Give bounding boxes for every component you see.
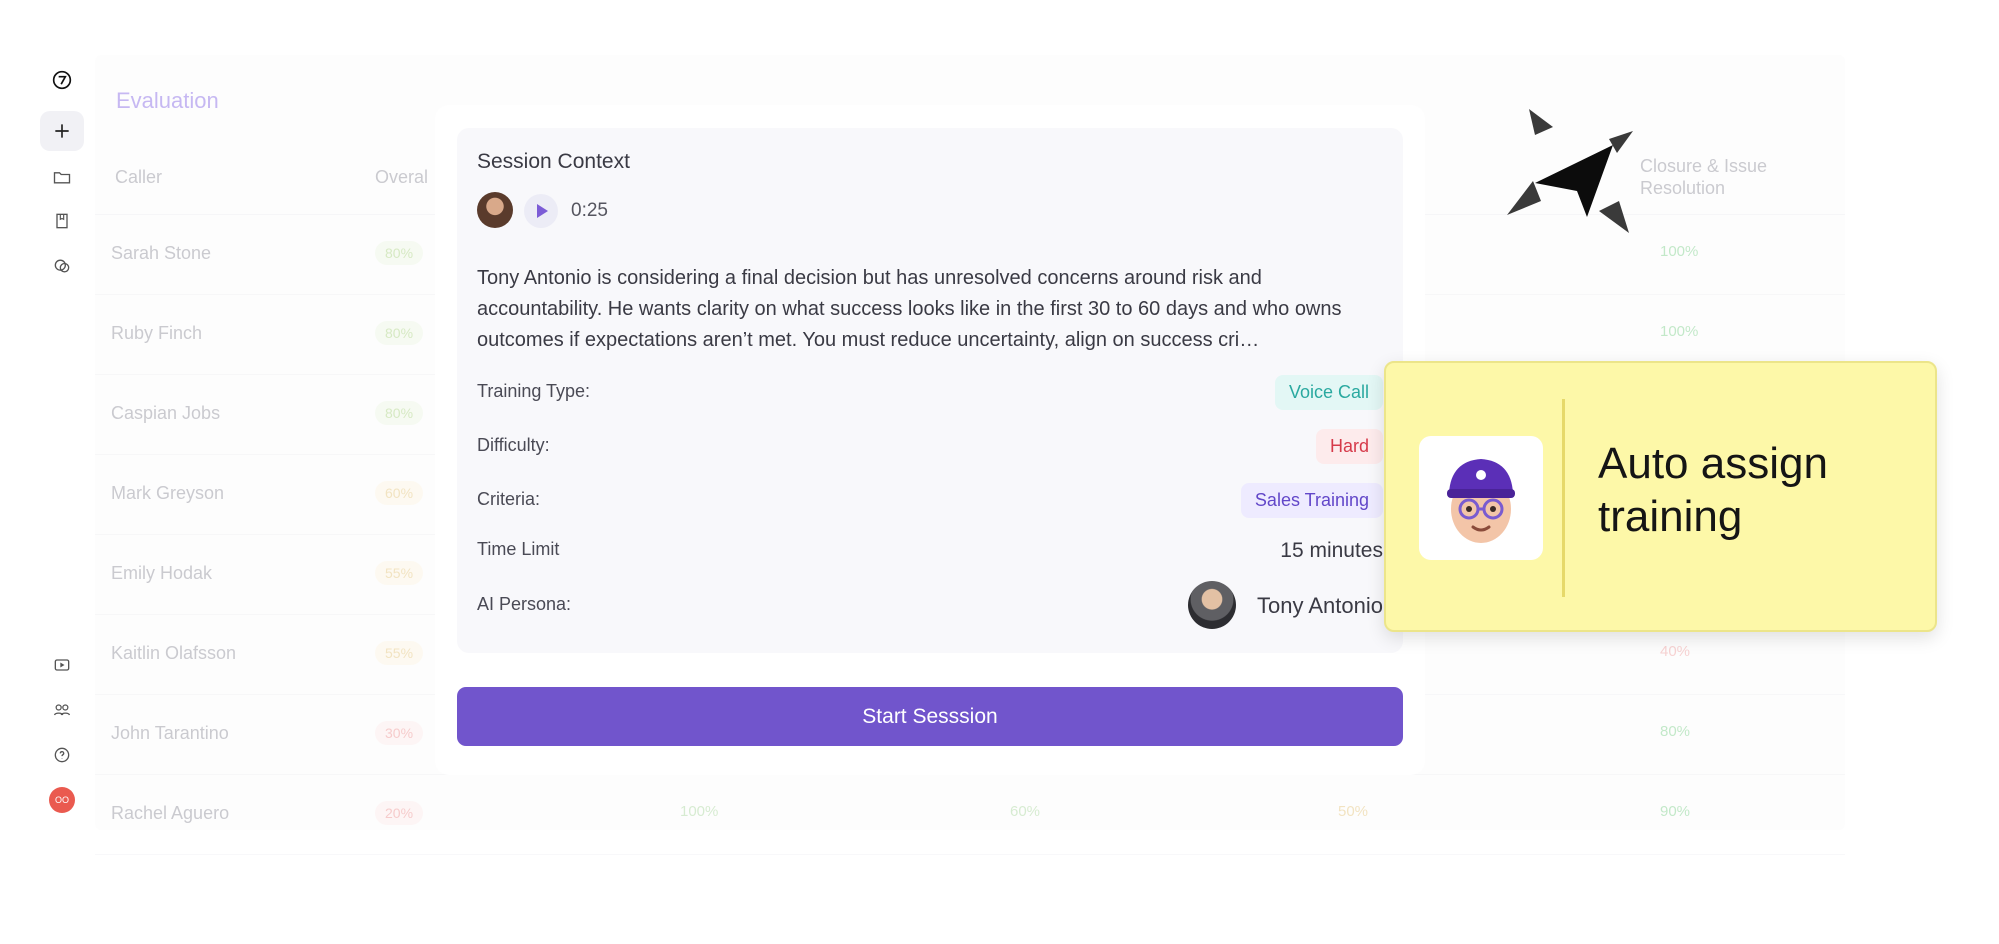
callout-card: Auto assign training — [1384, 361, 1937, 632]
caller-name: Ruby Finch — [111, 323, 203, 343]
audio-duration: 0:25 — [571, 200, 608, 221]
persona-name: Tony Antonio — [1257, 593, 1383, 618]
criteria-tag: Sales Training — [1240, 483, 1383, 518]
overall-badge: 80% — [375, 241, 424, 265]
table-row[interactable]: Rachel Aguero 20% 100% 60% 50% 90% — [95, 775, 1845, 855]
mascot-avatar — [1419, 436, 1543, 560]
closure-value: 100% — [1660, 243, 1699, 260]
callout-text: Auto assign training — [1598, 439, 1828, 541]
persona-label: AI Persona: — [477, 594, 572, 614]
user-avatar[interactable]: OO — [40, 780, 84, 820]
closure-value: 90% — [1660, 803, 1691, 820]
session-context-title: Session Context — [477, 150, 630, 173]
training-type-label: Training Type: — [477, 381, 591, 401]
help-icon[interactable] — [40, 735, 84, 775]
caller-avatar — [477, 192, 513, 228]
folder-icon[interactable] — [40, 157, 84, 197]
mascot-icon — [1447, 459, 1515, 543]
caller-name: Mark Greyson — [111, 483, 225, 503]
training-type-tag: Voice Call — [1274, 375, 1383, 410]
caller-name: Caspian Jobs — [111, 403, 221, 423]
play-icon — [537, 204, 548, 218]
overall-badge: 55% — [375, 641, 424, 665]
difficulty-tag: Hard — [1315, 429, 1383, 464]
score-value: 60% — [1010, 803, 1041, 820]
caller-name: Rachel Aguero — [111, 803, 230, 823]
caller-name: John Tarantino — [111, 723, 229, 743]
closure-value: 80% — [1660, 723, 1691, 740]
score-value: 50% — [1338, 803, 1369, 820]
time-limit-value: 15 minutes — [1280, 539, 1383, 562]
closure-value: 40% — [1660, 643, 1691, 660]
difficulty-label: Difficulty: — [477, 435, 550, 455]
logo-icon[interactable] — [40, 60, 84, 100]
evaluation-title: Evaluation — [116, 88, 219, 113]
chat-icon[interactable] — [40, 246, 84, 286]
book-icon[interactable] — [40, 201, 84, 241]
video-icon[interactable] — [40, 645, 84, 685]
persona-avatar — [1188, 581, 1236, 629]
caller-name: Sarah Stone — [111, 243, 212, 263]
closure-value: 100% — [1660, 323, 1699, 340]
plus-icon[interactable] — [40, 111, 84, 151]
overall-badge: 20% — [375, 801, 424, 825]
avatar-initials: OO — [49, 787, 75, 813]
col-caller: Caller — [115, 167, 163, 187]
score-value: 100% — [680, 803, 719, 820]
overall-badge: 55% — [375, 561, 424, 585]
overall-badge: 80% — [375, 321, 424, 345]
col-closure: Closure & Issue Resolution — [1640, 156, 1768, 198]
callout-divider — [1562, 399, 1565, 597]
start-session-button[interactable]: Start Sesssion — [457, 687, 1403, 746]
cursor-icon — [1507, 109, 1633, 233]
session-description: Tony Antonio is considering a final deci… — [477, 267, 1342, 351]
sidebar: OO — [40, 60, 84, 840]
overall-badge: 60% — [375, 481, 424, 505]
time-limit-label: Time Limit — [477, 539, 560, 559]
criteria-label: Criteria: — [477, 489, 541, 509]
overall-badge: 30% — [375, 721, 424, 745]
users-icon[interactable] — [40, 690, 84, 730]
col-overall: Overal — [375, 167, 429, 187]
caller-name: Kaitlin Olafsson — [111, 643, 237, 663]
play-button[interactable] — [524, 194, 558, 228]
caller-name: Emily Hodak — [111, 563, 213, 583]
overall-badge: 80% — [375, 401, 424, 425]
